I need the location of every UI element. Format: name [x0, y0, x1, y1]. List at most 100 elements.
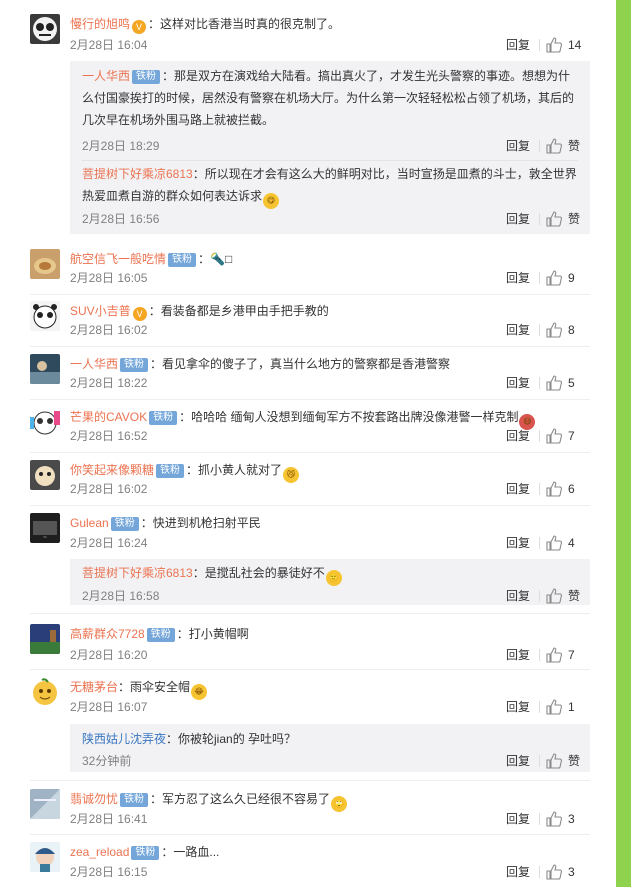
- like-button[interactable]: 赞: [546, 753, 590, 769]
- reply-button[interactable]: 回复: [506, 375, 530, 391]
- like-button[interactable]: 6: [546, 481, 590, 497]
- like-button[interactable]: 4: [546, 535, 590, 551]
- reply-button[interactable]: 回复: [506, 535, 530, 551]
- avatar[interactable]: [30, 249, 60, 279]
- comment-time: 2月28日 16:07: [70, 700, 148, 714]
- reply-button[interactable]: 回复: [506, 270, 530, 286]
- comment-item: 一人华西 铁粉 ：看见拿伞的傻子了，真当什么地方的警察都是香港警察 2月28日 18…: [30, 354, 590, 400]
- username[interactable]: 航空信飞一般吃情: [70, 252, 166, 266]
- divider: [539, 483, 540, 495]
- username[interactable]: zea_reload: [70, 845, 129, 859]
- fan-badge: 铁粉: [146, 628, 175, 642]
- like-button[interactable]: 7: [546, 647, 590, 663]
- reply-button[interactable]: 回复: [506, 811, 530, 827]
- fan-badge: 铁粉: [168, 253, 197, 267]
- reply-time: 2月28日 18:29: [82, 139, 160, 153]
- comment-content: ：🔦□: [198, 252, 233, 266]
- like-button[interactable]: 3: [546, 864, 590, 880]
- username[interactable]: 菩提树下好乘凉6813: [82, 167, 193, 181]
- reply-text: 菩提树下好乘凉6813：是搅乱社会的暴徒好不 🙂: [82, 562, 578, 586]
- username[interactable]: 陕西姑儿沈弄夜: [82, 732, 166, 746]
- vip-badge: V: [132, 307, 147, 321]
- reply-button[interactable]: 回复: [506, 481, 530, 497]
- avatar[interactable]: [30, 14, 60, 44]
- comment-content: ：雨伞安全帽: [118, 680, 191, 694]
- comment-content: ：军方忍了这么久已经很不容易了: [150, 792, 331, 806]
- thumbs-up-icon: [546, 375, 562, 391]
- comment-item: 你笑起来像颗糖 铁粉 ：抓小黄人就对了 😼 2月28日 16:02 回复 6: [30, 460, 590, 506]
- username[interactable]: 菩提树下好乘凉6813: [82, 566, 193, 580]
- reply-button[interactable]: 回复: [506, 588, 530, 604]
- comment-content: ：看见拿伞的傻子了，真当什么地方的警察都是香港警察: [150, 357, 451, 371]
- comment-time: 2月28日 16:52: [70, 429, 148, 443]
- reply-item: 陕西姑儿沈弄夜：你被轮jian的 孕吐吗？: [82, 728, 578, 750]
- reply-button[interactable]: 回复: [506, 211, 530, 227]
- comment-item: zea_reload 铁粉 ：一路血... 2月28日 16:15 回复 3: [30, 842, 590, 887]
- divider: [539, 813, 540, 825]
- like-label: 赞: [568, 754, 581, 768]
- comment-text: 你笑起来像颗糖 铁粉 ：抓小黄人就对了 😼: [70, 460, 590, 483]
- like-button[interactable]: 14: [546, 37, 590, 53]
- comment-content: ：抓小黄人就对了: [186, 463, 283, 477]
- username[interactable]: 一人华西: [70, 357, 118, 371]
- username[interactable]: 一人华西: [82, 69, 130, 83]
- avatar[interactable]: [30, 407, 60, 437]
- avatar[interactable]: [30, 301, 60, 331]
- like-count: 9: [568, 271, 575, 285]
- like-button[interactable]: 赞: [546, 211, 590, 227]
- comment-item: SUV小吉普 V ：看装备都是乡港甲由手把手教的 2月28日 16:02 回复 8: [30, 301, 590, 347]
- like-button[interactable]: 赞: [546, 588, 590, 604]
- avatar[interactable]: [30, 789, 60, 819]
- reply-button[interactable]: 回复: [506, 753, 530, 769]
- thumbs-up-icon: [546, 481, 562, 497]
- like-count: 1: [568, 700, 575, 714]
- like-count: 14: [568, 38, 582, 52]
- reply-button[interactable]: 回复: [506, 864, 530, 880]
- reply-text: 陕西姑儿沈弄夜：你被轮jian的 孕吐吗？: [82, 728, 578, 750]
- avatar[interactable]: [30, 677, 60, 707]
- like-button[interactable]: 3: [546, 811, 590, 827]
- username[interactable]: 芒果的CAVOK: [70, 410, 147, 424]
- username[interactable]: 无糖茅台: [70, 680, 118, 694]
- like-button[interactable]: 7: [546, 428, 590, 444]
- username[interactable]: 翡诚勿忧: [70, 792, 118, 806]
- like-label: 赞: [568, 212, 581, 226]
- reply-button[interactable]: 回复: [506, 322, 530, 338]
- comment-content: ：看装备都是乡港甲由手把手教的: [148, 304, 329, 318]
- reply-button[interactable]: 回复: [506, 699, 530, 715]
- like-count: 7: [568, 648, 575, 662]
- like-button[interactable]: 赞: [546, 138, 590, 154]
- comment-item: 高薪群众7728 铁粉 ：打小黄帽啊 2月28日 16:20 回复 7: [30, 624, 590, 670]
- reply-item: 菩提树下好乘凉6813：所以现在才会有这么大的鲜明对比，当时宣扬是皿煮的斗士，敦…: [82, 163, 578, 209]
- like-button[interactable]: 8: [546, 322, 590, 338]
- username[interactable]: SUV小吉普: [70, 304, 131, 318]
- reply-button[interactable]: 回复: [506, 37, 530, 53]
- avatar[interactable]: [30, 624, 60, 654]
- avatar[interactable]: [30, 842, 60, 872]
- comment-item: 航空信飞一般吃情 铁粉 ：🔦□ 2月28日 16:05 回复 9: [30, 249, 590, 295]
- thumbs-up-icon: [546, 270, 562, 286]
- like-button[interactable]: 1: [546, 699, 590, 715]
- reply-button[interactable]: 回复: [506, 138, 530, 154]
- like-button[interactable]: 5: [546, 375, 590, 391]
- comment-content: ：打小黄帽啊: [176, 627, 249, 641]
- reply-button[interactable]: 回复: [506, 647, 530, 663]
- comment-content: ：一路血...: [161, 845, 220, 859]
- like-label: 赞: [568, 139, 581, 153]
- username[interactable]: Gulean: [70, 516, 109, 530]
- thumbs-up-icon: [546, 37, 562, 53]
- reply-button[interactable]: 回复: [506, 428, 530, 444]
- divider: [539, 430, 540, 442]
- avatar[interactable]: ~: [30, 513, 60, 543]
- username[interactable]: 高薪群众7728: [70, 627, 145, 641]
- avatar[interactable]: [30, 460, 60, 490]
- comment-text: Gulean 铁粉 ：快进到机枪扫射平民: [70, 513, 590, 533]
- username[interactable]: 你笑起来像颗糖: [70, 463, 154, 477]
- fan-badge: 铁粉: [149, 411, 178, 425]
- like-count: 3: [568, 812, 575, 826]
- username[interactable]: 慢行的旭鸣: [70, 17, 130, 31]
- emoji-icon: 🙄: [331, 796, 348, 812]
- avatar[interactable]: [30, 354, 60, 384]
- comment-text: SUV小吉普 V ：看装备都是乡港甲由手把手教的: [70, 301, 590, 321]
- like-button[interactable]: 9: [546, 270, 590, 286]
